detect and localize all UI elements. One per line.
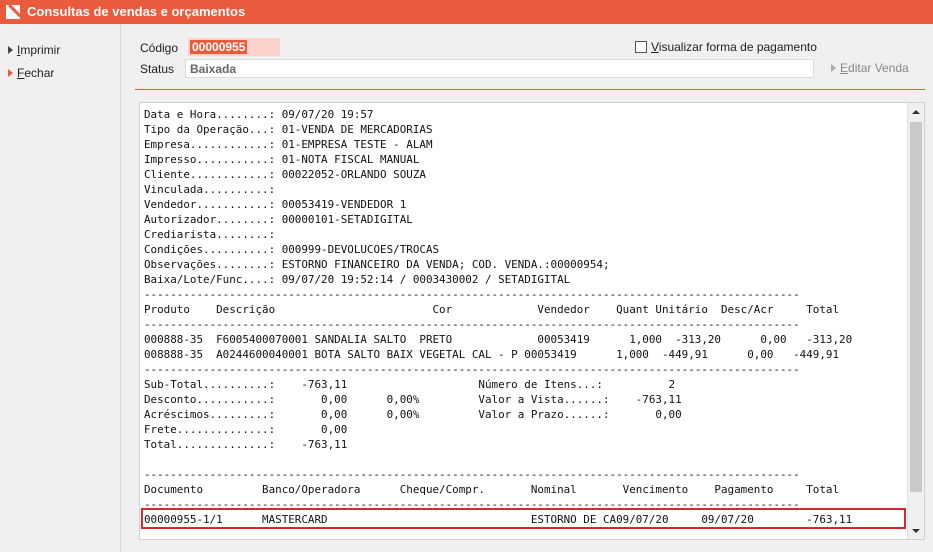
- report-line: Tipo da Operação...: 01-VENDA DE MERCADO…: [144, 123, 433, 136]
- codigo-label: Código: [140, 41, 179, 55]
- status-field[interactable]: Baixada: [185, 59, 814, 78]
- window-title: Consultas de vendas e orçamentos: [27, 4, 246, 19]
- report-line: Crediarista........:: [144, 228, 276, 241]
- report-line: Frete..............: 0,00: [144, 423, 348, 436]
- report-line: Total..............: -763,11: [144, 438, 348, 451]
- report-line: Vinculada..........:: [144, 183, 276, 196]
- report-line: ----------------------------------------…: [144, 498, 800, 511]
- report-text: Data e Hora........: 09/07/20 19:57 Tipo…: [144, 107, 852, 527]
- report-line: Data e Hora........: 09/07/20 19:57: [144, 108, 374, 121]
- report-line: Baixa/Lote/Func....: 09/07/20 19:52:14 /…: [144, 273, 571, 286]
- report-line: Cliente............: 00022052-ORLANDO SO…: [144, 168, 426, 181]
- report-line: ----------------------------------------…: [144, 318, 800, 331]
- editar-venda-label: Editar Venda: [840, 61, 909, 75]
- report-line: Sub-Total..........: -763,11 Número de I…: [144, 378, 676, 391]
- report-view[interactable]: Data e Hora........: 09/07/20 19:57 Tipo…: [139, 102, 925, 540]
- sidebar-item-imprimir[interactable]: Imprimir: [8, 42, 60, 58]
- codigo-field[interactable]: 00000955: [188, 38, 280, 56]
- checkbox-icon[interactable]: [635, 41, 647, 53]
- report-line: 000888-35 F6005400070001 SANDALIA SALTO …: [144, 333, 853, 346]
- header-divider: [135, 89, 925, 90]
- chevron-right-icon: [8, 46, 13, 54]
- report-line: Acréscimos.........: 0,00 0,00% Valor a …: [144, 408, 682, 421]
- report-line: ----------------------------------------…: [144, 288, 800, 301]
- sidebar-item-fechar[interactable]: Fechar: [8, 65, 54, 81]
- codigo-value: 00000955: [190, 40, 248, 54]
- editar-venda-button[interactable]: Editar Venda: [831, 61, 909, 75]
- report-line: Empresa............: 01-EMPRESA TESTE - …: [144, 138, 433, 151]
- arrow-up-icon: [912, 109, 920, 114]
- report-line: Autorizador........: 00000101-SETADIGITA…: [144, 213, 413, 226]
- report-line: 00000955-1/1 MASTERCARD ESTORNO DE CA09/…: [144, 513, 853, 526]
- main-panel: Código 00000955 Status Baixada Visualiza…: [122, 24, 933, 552]
- report-line: Documento Banco/Operadora Cheque/Compr. …: [144, 483, 840, 496]
- vertical-scrollbar[interactable]: [907, 103, 924, 539]
- title-bar: Consultas de vendas e orçamentos: [0, 0, 933, 24]
- sidebar: Imprimir Fechar: [0, 24, 121, 552]
- status-label: Status: [140, 62, 175, 76]
- scrollbar-thumb[interactable]: [910, 122, 922, 492]
- report-line: ----------------------------------------…: [144, 363, 800, 376]
- visualizar-pagamento-checkbox[interactable]: Visualizar forma de pagamento: [635, 40, 817, 54]
- report-line: Desconto...........: 0,00 0,00% Valor a …: [144, 393, 682, 406]
- chevron-right-icon: [831, 64, 836, 72]
- checkbox-label: Visualizar forma de pagamento: [651, 40, 817, 54]
- scroll-down-button[interactable]: [908, 522, 924, 539]
- report-line: Condições..........: 000999-DEVOLUCOES/T…: [144, 243, 440, 256]
- sidebar-item-label: Imprimir: [17, 43, 61, 57]
- scroll-up-button[interactable]: [908, 103, 924, 120]
- report-line: Impresso...........: 01-NOTA FISCAL MANU…: [144, 153, 420, 166]
- sidebar-item-label: Fechar: [17, 66, 55, 80]
- chevron-right-icon: [8, 69, 13, 77]
- report-line: ----------------------------------------…: [144, 468, 800, 481]
- report-line: 008888-35 A0244600040001 BOTA SALTO BAIX…: [144, 348, 840, 361]
- report-line: Observações........: ESTORNO FINANCEIRO …: [144, 258, 610, 271]
- report-line: Produto Descrição Cor Vendedor Quant Uni…: [144, 303, 840, 316]
- arrow-down-icon: [912, 528, 920, 533]
- report-line: Vendedor...........: 00053419-VENDEDOR 1: [144, 198, 407, 211]
- app-logo-icon: [6, 5, 20, 19]
